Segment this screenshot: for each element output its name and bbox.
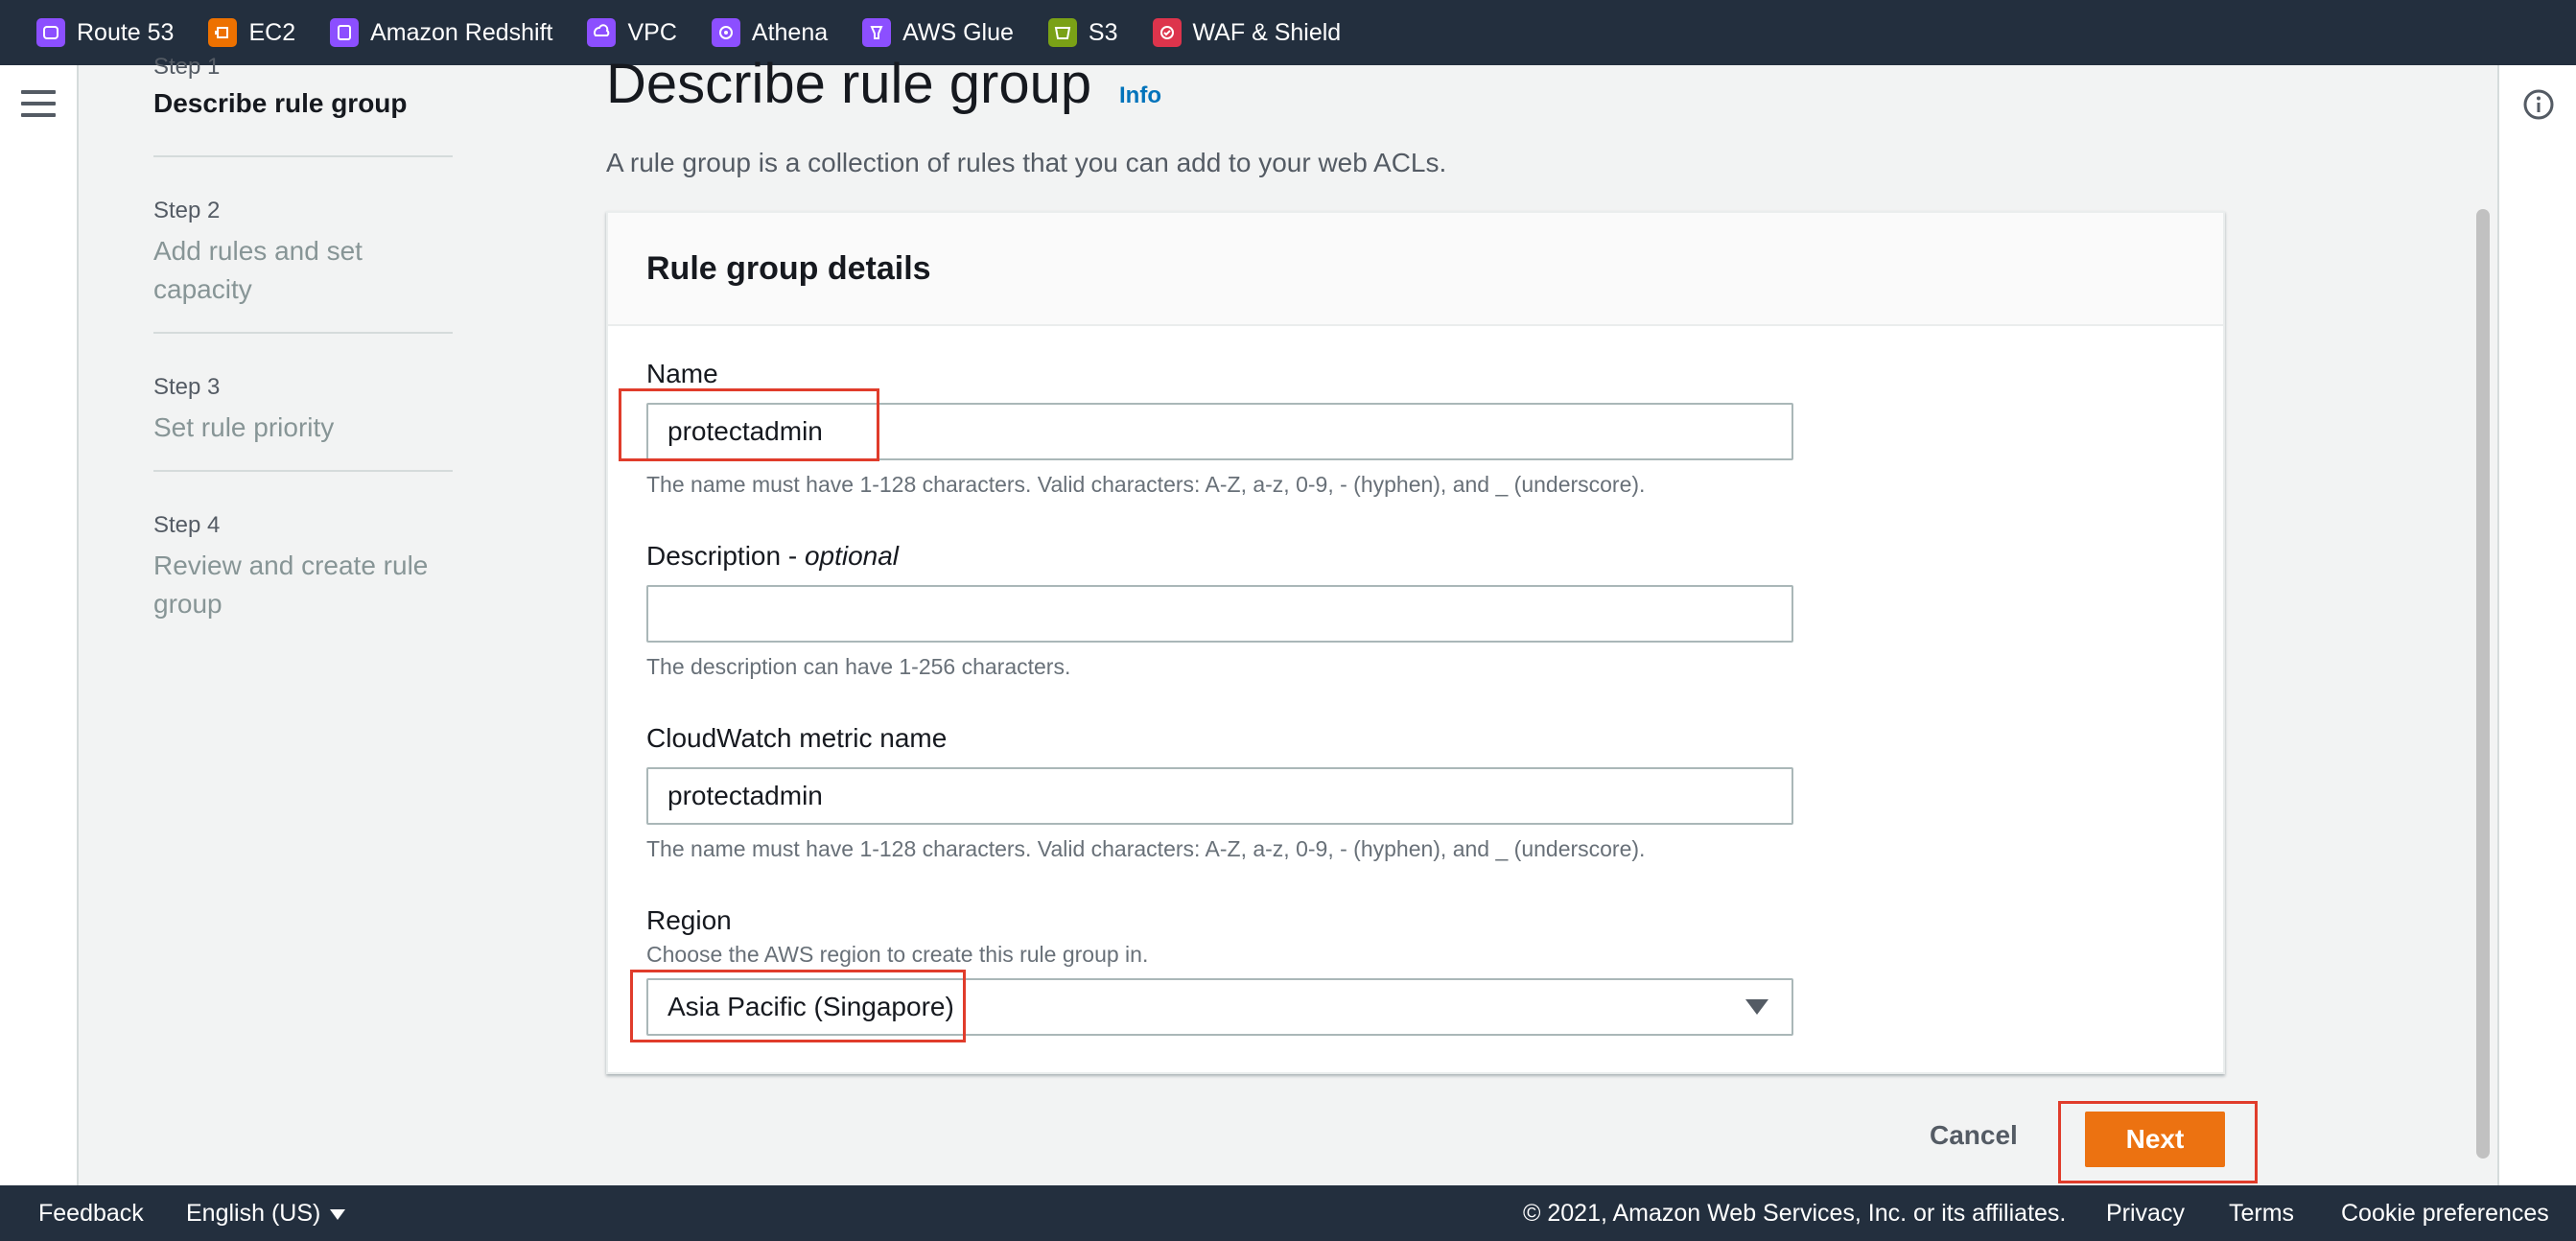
description-input[interactable] (646, 585, 1793, 643)
metric-name-hint: The name must have 1-128 characters. Val… (646, 836, 1646, 861)
next-button[interactable]: Next (2085, 1112, 2225, 1167)
favorite-label: AWS Glue (902, 18, 1014, 46)
region-select[interactable]: Asia Pacific (Singapore) (646, 978, 1793, 1036)
page-title: Describe rule group (606, 53, 1092, 115)
panel-title: Rule group details (646, 249, 931, 287)
favorite-label: Amazon Redshift (370, 18, 553, 46)
menu-icon[interactable] (21, 90, 56, 119)
description-label-text: Description - (646, 541, 805, 571)
step-title: Set rule priority (153, 412, 335, 442)
favorite-ec2[interactable]: EC2 (208, 18, 295, 47)
athena-icon (711, 18, 740, 47)
caret-down-icon (1745, 999, 1768, 1015)
favorite-label: Athena (751, 18, 829, 46)
name-input[interactable] (646, 403, 1793, 460)
cancel-button[interactable]: Cancel (1930, 1120, 2018, 1151)
step-title: Review and create rule group (153, 550, 429, 619)
name-label: Name (646, 359, 718, 388)
s3-icon (1047, 18, 1077, 47)
glue-icon (862, 18, 892, 47)
region-selected-value: Asia Pacific (Singapore) (667, 992, 954, 1021)
privacy-link[interactable]: Privacy (2106, 1200, 2185, 1228)
step-4: Step 4 Review and create rule group (153, 472, 453, 623)
waf-shield-icon (1152, 18, 1182, 47)
favorite-redshift[interactable]: Amazon Redshift (330, 18, 552, 47)
language-selector[interactable]: English (US) (186, 1200, 346, 1228)
description-hint: The description can have 1-256 character… (646, 654, 1071, 679)
favorite-vpc[interactable]: VPC (587, 18, 677, 47)
region-hint: Choose the AWS region to create this rul… (646, 942, 1149, 967)
favorite-label: S3 (1088, 18, 1118, 46)
redshift-icon (330, 18, 360, 47)
terms-link[interactable]: Terms (2229, 1200, 2294, 1228)
wizard-steps: Step 1 Describe rule group Step 2 Add ru… (153, 54, 453, 623)
caret-down-icon (330, 1208, 346, 1220)
name-hint: The name must have 1-128 characters. Val… (646, 472, 1646, 497)
favorite-label: WAF & Shield (1192, 18, 1342, 46)
left-nav-rail (0, 65, 79, 1185)
console-footer: Feedback English (US) © 2021, Amazon Web… (0, 1185, 2576, 1241)
description-label: Description - optional (646, 541, 899, 572)
panel-header: Rule group details (608, 213, 2223, 326)
favorite-label: Route 53 (77, 18, 175, 46)
step-title: Add rules and set capacity (153, 236, 363, 304)
copyright-text: © 2021, Amazon Web Services, Inc. or its… (1523, 1200, 2067, 1227)
step-number: Step 1 (153, 54, 221, 80)
favorite-athena[interactable]: Athena (711, 18, 829, 47)
step-title: Describe rule group (153, 88, 408, 118)
step-number: Step 4 (153, 512, 221, 538)
metric-name-input[interactable] (646, 767, 1793, 825)
step-number: Step 2 (153, 198, 221, 223)
feedback-link[interactable]: Feedback (38, 1200, 144, 1228)
favorite-waf-shield[interactable]: WAF & Shield (1152, 18, 1342, 47)
favorite-label: EC2 (248, 18, 296, 46)
metric-name-label: CloudWatch metric name (646, 723, 948, 753)
region-label: Region (646, 905, 732, 935)
step-3: Step 3 Set rule priority (153, 334, 453, 472)
info-circle-icon[interactable] (2522, 88, 2555, 121)
help-panel-rail (2497, 65, 2576, 1185)
rule-group-details-panel: Rule group details Name The name must ha… (606, 211, 2225, 1074)
step-1: Step 1 Describe rule group (153, 54, 453, 157)
cookie-preferences-link[interactable]: Cookie preferences (2341, 1200, 2549, 1228)
language-label: English (US) (186, 1200, 321, 1227)
step-2: Step 2 Add rules and set capacity (153, 157, 453, 334)
favorite-label: VPC (627, 18, 677, 46)
route53-icon (36, 18, 65, 47)
favorite-glue[interactable]: AWS Glue (862, 18, 1014, 47)
step-number: Step 3 (153, 374, 221, 400)
favorite-route53[interactable]: Route 53 (36, 18, 174, 47)
optional-tag: optional (804, 541, 900, 571)
favorite-s3[interactable]: S3 (1047, 18, 1118, 47)
info-link[interactable]: Info (1119, 82, 1161, 109)
vpc-icon (587, 18, 617, 47)
page-description: A rule group is a collection of rules th… (606, 148, 1447, 177)
ec2-icon (208, 18, 238, 47)
vertical-scrollbar[interactable] (2476, 209, 2490, 1159)
